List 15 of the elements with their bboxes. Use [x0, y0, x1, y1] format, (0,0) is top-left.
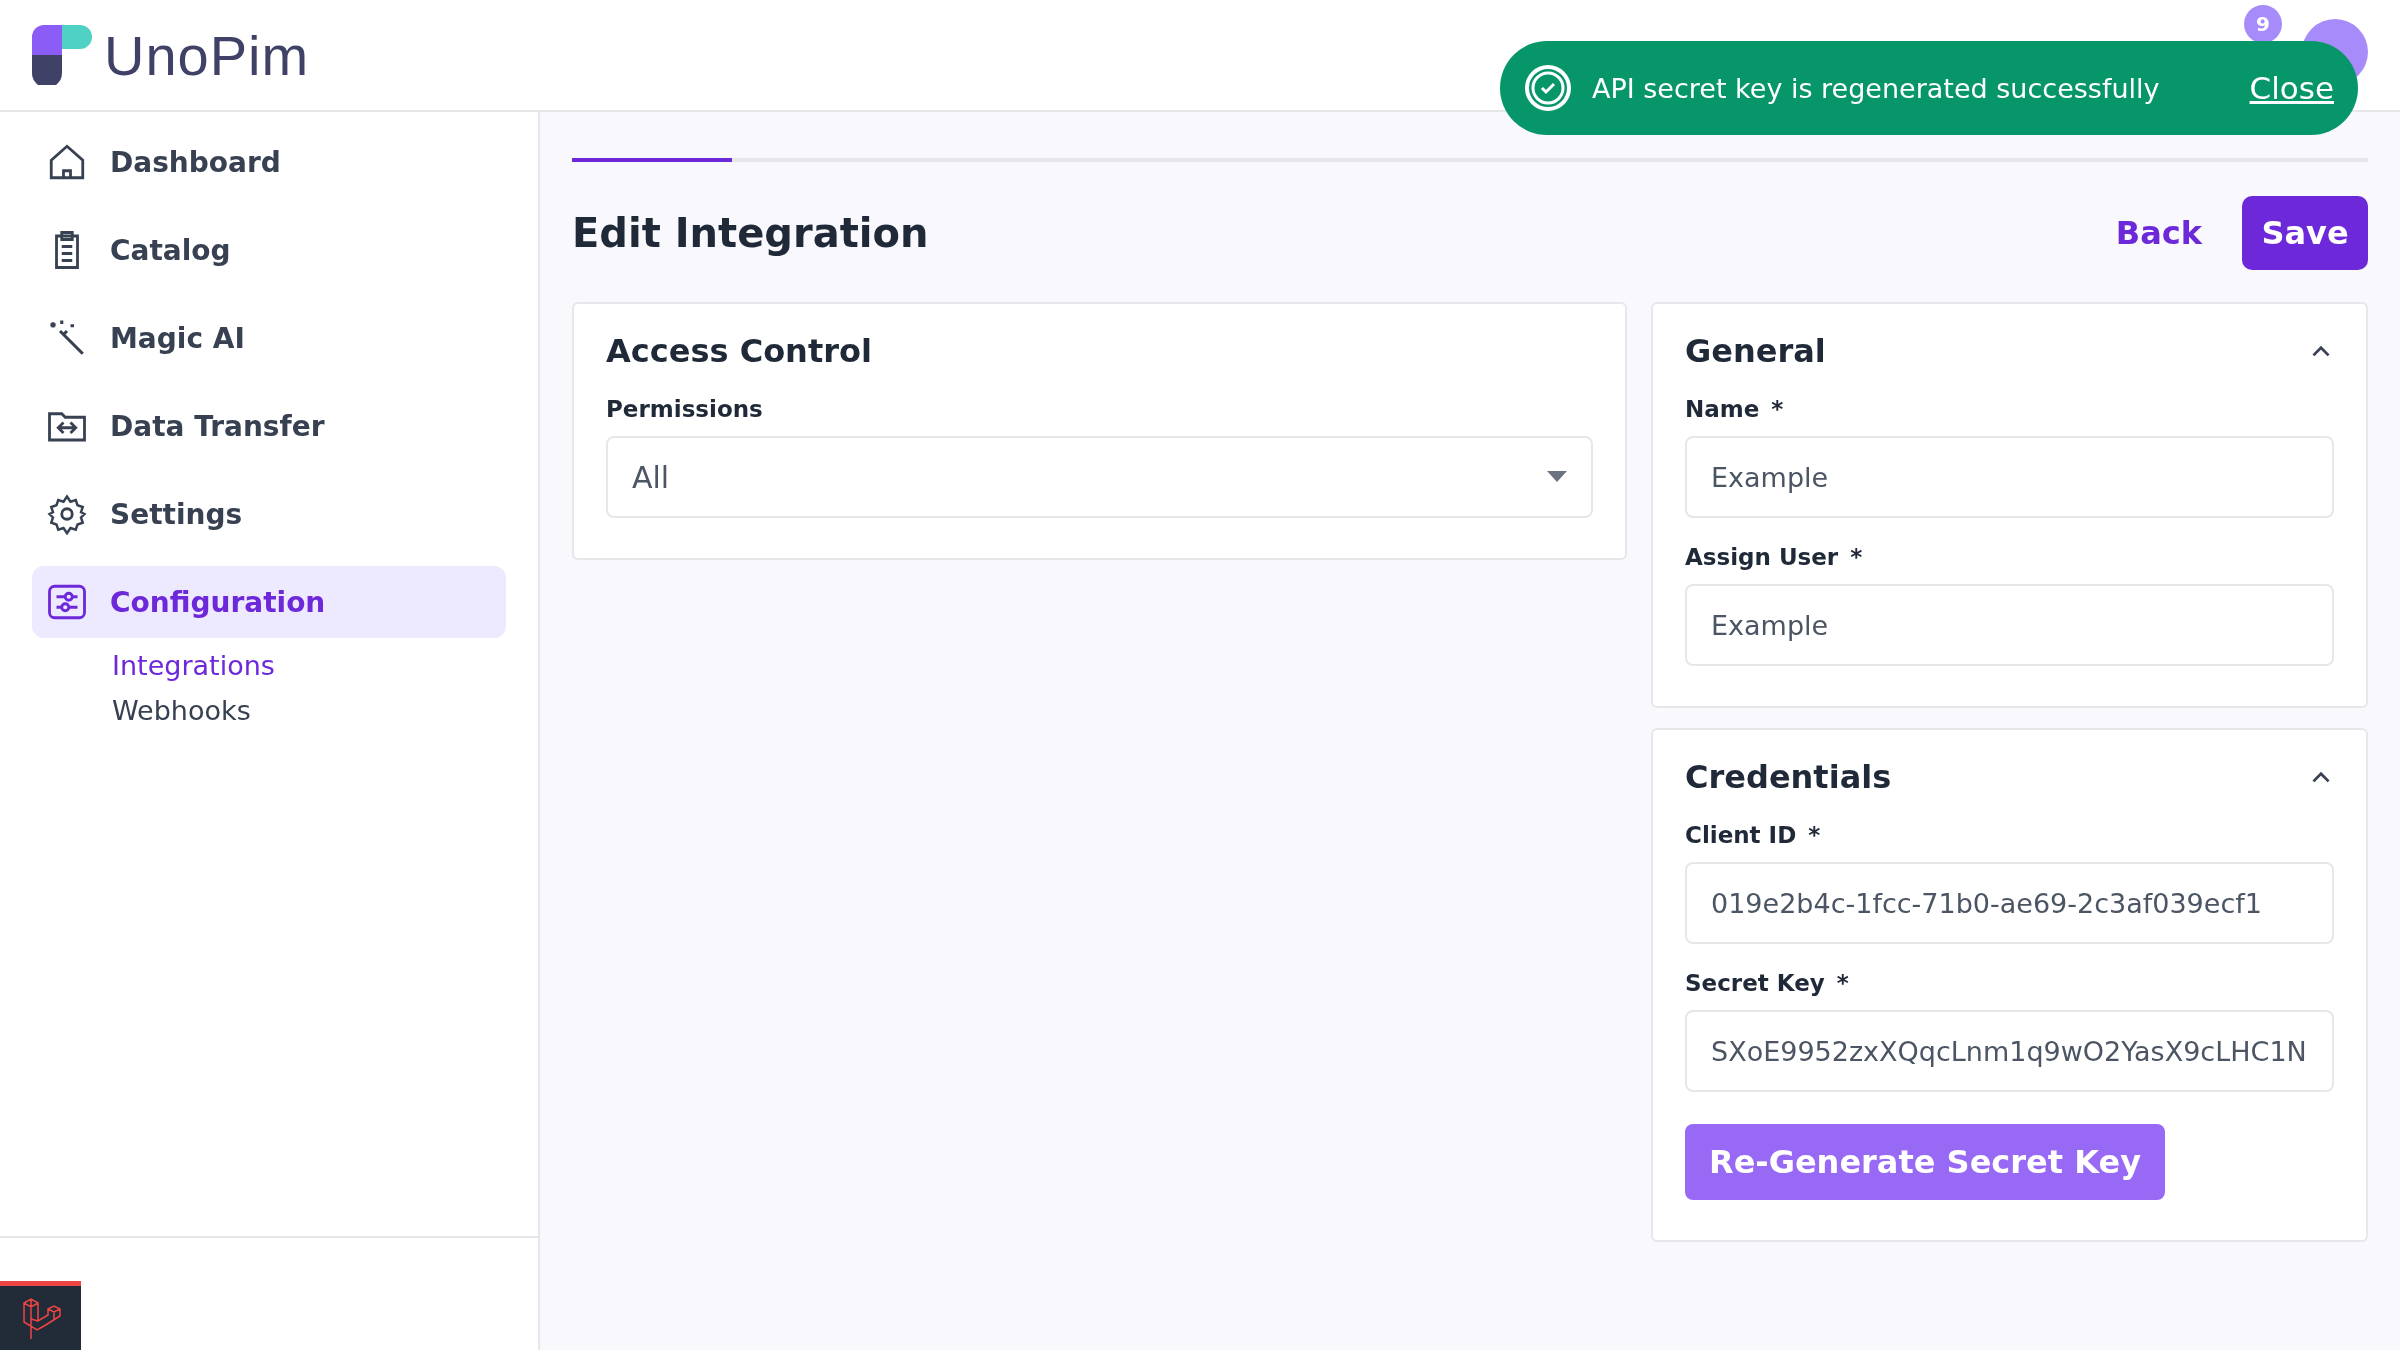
field-label: Permissions — [606, 396, 764, 422]
required-marker: * — [1771, 396, 1784, 422]
field-label: Secret Key — [1685, 970, 1825, 996]
card-title: General — [1685, 332, 1826, 370]
required-marker: * — [1808, 822, 1821, 848]
page-title: Edit Integration — [572, 210, 930, 256]
required-marker: * — [1850, 544, 1863, 570]
field-label: Assign User — [1685, 544, 1839, 570]
card-title: Access Control — [606, 332, 872, 370]
field-label: Client ID — [1685, 822, 1797, 848]
toast-message: API secret key is regenerated successfully — [1592, 72, 2161, 104]
required-marker: * — [1836, 970, 1849, 996]
field-label: Name — [1685, 396, 1760, 422]
logo-text: UnoPim — [104, 22, 310, 88]
card-title: Credentials — [1685, 758, 1892, 796]
